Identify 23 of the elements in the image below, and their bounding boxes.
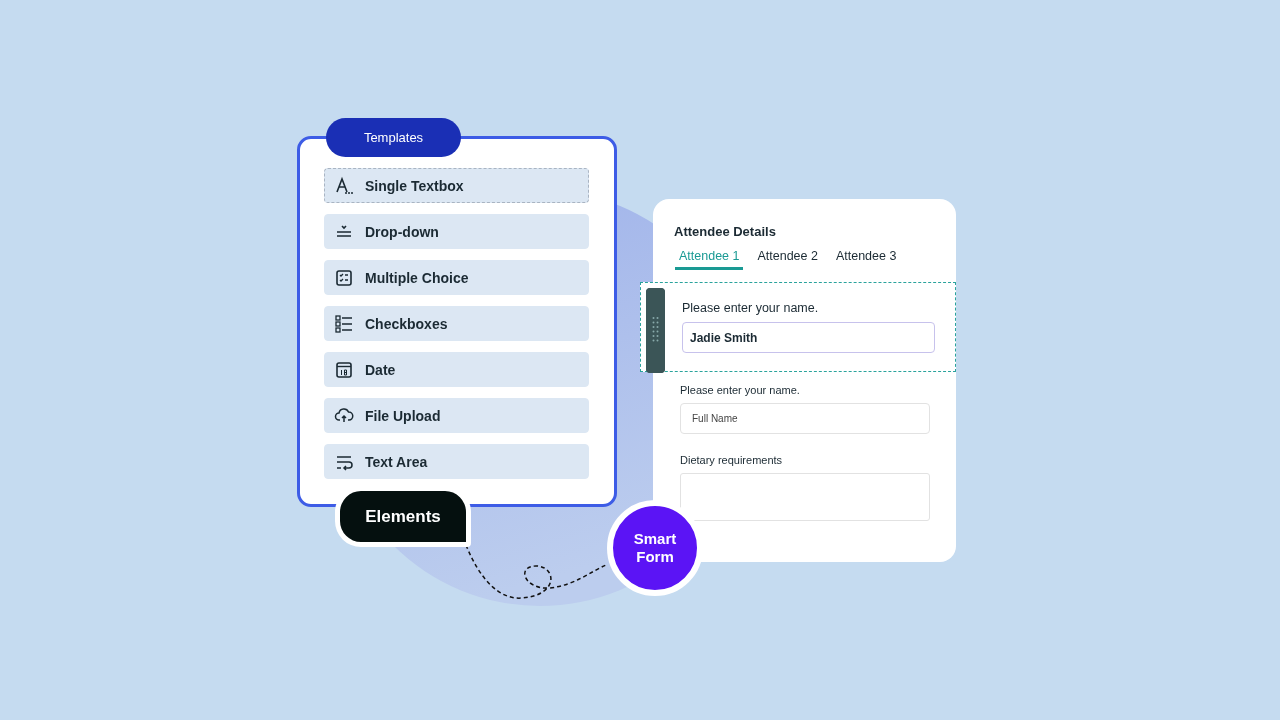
- template-item[interactable]: Text Area: [324, 444, 589, 479]
- attendee-tab[interactable]: Attendee 1: [675, 249, 744, 270]
- text-icon: [334, 175, 354, 196]
- template-item[interactable]: Multiple Choice: [324, 260, 589, 295]
- templates-tab[interactable]: Templates: [326, 118, 461, 157]
- checklist-icon: [334, 267, 354, 288]
- template-item[interactable]: Date: [324, 352, 589, 387]
- field-label: Please enter your name.: [682, 301, 820, 315]
- form-title: Attendee Details: [674, 224, 777, 239]
- drag-handle[interactable]: [646, 288, 665, 373]
- field-label: Please enter your name.: [680, 384, 801, 396]
- template-item[interactable]: Single Textbox: [324, 168, 589, 203]
- template-item[interactable]: Checkboxes: [324, 306, 589, 341]
- text-field[interactable]: Jadie Smith: [682, 322, 935, 353]
- list-icon: [334, 313, 354, 334]
- field-label: Dietary requirements: [680, 454, 784, 466]
- text-field[interactable]: Full Name: [680, 403, 930, 434]
- calendar-icon: [334, 359, 354, 380]
- attendee-tab[interactable]: Attendee 3: [831, 249, 901, 270]
- text-area-field[interactable]: [680, 473, 930, 521]
- attendee-tab[interactable]: Attendee 2: [753, 249, 822, 270]
- template-item[interactable]: File Upload: [324, 398, 589, 433]
- template-item[interactable]: Drop-down: [324, 214, 589, 249]
